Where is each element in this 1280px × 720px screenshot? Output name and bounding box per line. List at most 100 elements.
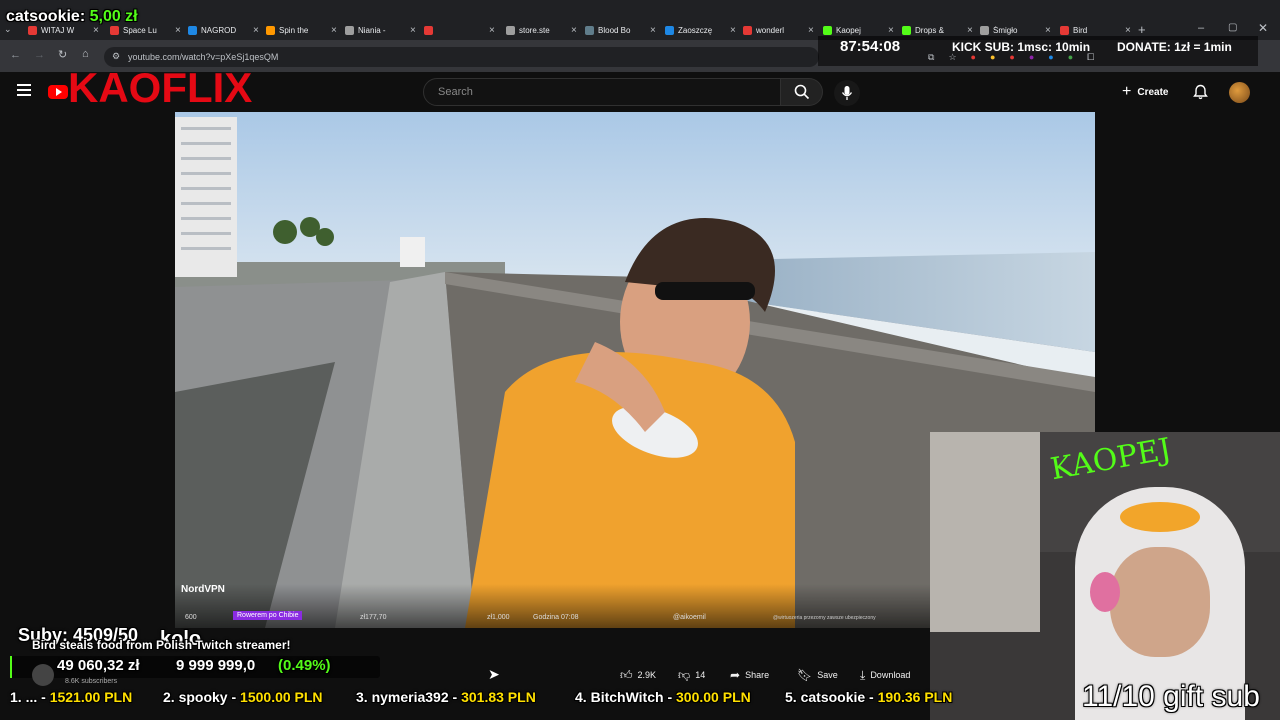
tab-close-icon[interactable]: × bbox=[730, 25, 736, 36]
leaderboard-separator: - bbox=[865, 689, 878, 705]
browser-tab-strip: ⌄ WITAJ W × Space Lu × NAGROD × Spin the × Niani… bbox=[0, 0, 1280, 40]
tab-close-icon[interactable]: × bbox=[650, 25, 656, 36]
tab-close-icon[interactable]: × bbox=[571, 25, 577, 36]
maximize-icon[interactable]: ▢ bbox=[1228, 22, 1237, 33]
tab-label: Blood Bo bbox=[598, 25, 631, 35]
channel-avatar[interactable] bbox=[32, 664, 54, 686]
notifications-button[interactable] bbox=[1193, 84, 1208, 105]
new-tab-button[interactable]: + bbox=[1138, 22, 1146, 37]
stream-tag: Rowerem po Chibie bbox=[233, 611, 303, 620]
tab-label: Space Lu bbox=[123, 25, 157, 35]
puzzle-icon[interactable]: ⧠ bbox=[1087, 52, 1094, 64]
leaderboard-rank: 5. bbox=[785, 689, 797, 705]
extension-icon[interactable]: ● bbox=[1048, 52, 1053, 64]
tab-6[interactable]: × bbox=[424, 20, 495, 40]
tab-favicon-icon bbox=[585, 25, 594, 35]
viewer-count: 600 bbox=[185, 614, 197, 621]
tab-close-icon[interactable]: × bbox=[888, 25, 894, 36]
subscriber-count: 8.6K subscribers bbox=[65, 678, 118, 685]
share-icon: ➦ bbox=[730, 668, 741, 682]
tab-label: Śmigło bbox=[993, 25, 1018, 35]
tab-label: Zaoszczę bbox=[678, 25, 713, 35]
extension-icon[interactable]: ● bbox=[1068, 52, 1073, 64]
tab-8[interactable]: Blood Bo × bbox=[585, 20, 656, 40]
url-text: youtube.com/watch?v=pXeSj1qesQM bbox=[128, 52, 279, 62]
tab-3[interactable]: NAGROD × bbox=[188, 20, 259, 40]
search-input[interactable]: Search bbox=[423, 78, 781, 106]
nordvpn-logo: NordVPN bbox=[181, 584, 225, 595]
search-button[interactable] bbox=[781, 78, 823, 106]
tab-close-icon[interactable]: × bbox=[410, 25, 416, 36]
leaderboard-rank: 3. bbox=[356, 689, 368, 705]
tab-label: WITAJ W bbox=[41, 25, 75, 35]
share-button[interactable]: ➦ Share bbox=[730, 664, 769, 686]
save-button[interactable]: 🔖︎ Save bbox=[797, 664, 838, 686]
tab-label: NAGROD bbox=[201, 25, 237, 35]
tab-label: Spin the bbox=[279, 25, 309, 35]
extension-icon[interactable]: ● bbox=[1029, 52, 1034, 64]
tab-favicon-icon bbox=[1060, 25, 1069, 35]
minimize-icon[interactable]: – bbox=[1198, 22, 1204, 34]
extension-icons: ⧉ ☆ ● ● ● ● ● ● ⧠ bbox=[928, 52, 1248, 64]
dislike-button[interactable]: 👎︎ 14 bbox=[678, 664, 705, 686]
tab-close-icon[interactable]: × bbox=[93, 25, 99, 36]
tab-7[interactable]: store.ste × bbox=[506, 20, 577, 40]
tab-favicon-icon bbox=[665, 25, 674, 35]
donation-leaderboard: 1. ... - 1521.00 PLN 2. spooky - 1500.00 … bbox=[0, 688, 980, 710]
extension-icon[interactable]: ● bbox=[1009, 52, 1014, 64]
tab-close-icon[interactable]: × bbox=[808, 25, 814, 36]
tab-favicon-icon bbox=[743, 25, 752, 35]
like-button[interactable]: 👍︎ 2.9K bbox=[620, 664, 656, 686]
search-placeholder: Search bbox=[438, 86, 473, 98]
costume-beak bbox=[1120, 502, 1200, 532]
tab-favicon-icon bbox=[28, 25, 37, 35]
download-button[interactable]: ⤓ Download bbox=[860, 664, 910, 686]
leaderboard-name: spooky bbox=[178, 689, 228, 705]
stream-value-1: zł177,70 bbox=[360, 614, 387, 621]
create-button[interactable]: + Create bbox=[1122, 80, 1168, 104]
close-window-icon[interactable]: ✕ bbox=[1258, 21, 1268, 35]
tab-close-icon[interactable]: × bbox=[253, 25, 259, 36]
tab-9[interactable]: Zaoszczę × bbox=[665, 20, 736, 40]
menu-icon[interactable] bbox=[17, 84, 31, 96]
youtube-logo-icon[interactable] bbox=[48, 85, 68, 99]
leaderboard-separator: - bbox=[227, 689, 241, 705]
cast-icon[interactable]: ⧉ bbox=[928, 52, 934, 64]
tab-close-icon[interactable]: × bbox=[1045, 25, 1051, 36]
leaderboard-rank: 1. bbox=[10, 689, 22, 705]
tab-favicon-icon bbox=[823, 25, 832, 35]
microphone-icon bbox=[841, 86, 853, 100]
leaderboard-name: nymeria392 bbox=[371, 689, 449, 705]
goal-percent: (0.49%) bbox=[278, 657, 331, 674]
tab-favicon-icon bbox=[980, 25, 989, 35]
extension-icon[interactable]: ● bbox=[971, 52, 976, 64]
bell-icon bbox=[1193, 84, 1208, 100]
video-title: Bird steals food from Polish Twitch stre… bbox=[32, 638, 291, 652]
extension-icon[interactable]: ● bbox=[990, 52, 995, 64]
site-info-icon[interactable]: ⚙ bbox=[112, 51, 120, 62]
tab-close-icon[interactable]: × bbox=[489, 25, 495, 36]
download-icon: ⤓ bbox=[860, 667, 866, 682]
forward-arrow-icon[interactable]: → bbox=[34, 49, 45, 61]
donation-alert: catsookie: 5,00 zł bbox=[6, 8, 138, 26]
tab-close-icon[interactable]: × bbox=[967, 25, 973, 36]
leaderboard-amount: 1500.00 PLN bbox=[240, 689, 323, 705]
reload-icon[interactable]: ↻ bbox=[58, 48, 67, 61]
leaderboard-entry: 2. spooky - 1500.00 PLN bbox=[163, 689, 323, 705]
bookmark-icon: 🔖︎ bbox=[797, 668, 813, 682]
leaderboard-name: BitchWitch bbox=[590, 689, 664, 705]
back-arrow-icon[interactable]: ← bbox=[10, 49, 21, 61]
leaderboard-amount: 301.83 PLN bbox=[461, 689, 536, 705]
tab-4[interactable]: Spin the × bbox=[266, 20, 337, 40]
tab-label: Niania - bbox=[358, 25, 386, 35]
star-icon[interactable]: ☆ bbox=[948, 52, 956, 64]
tab-close-icon[interactable]: × bbox=[331, 25, 337, 36]
tab-close-icon[interactable]: × bbox=[175, 25, 181, 36]
tab-10[interactable]: wonderl × bbox=[743, 20, 814, 40]
voice-search-button[interactable] bbox=[834, 80, 860, 106]
avatar[interactable] bbox=[1229, 82, 1250, 103]
download-label: Download bbox=[870, 670, 911, 680]
tab-close-icon[interactable]: × bbox=[1125, 25, 1131, 36]
home-icon[interactable]: ⌂ bbox=[82, 48, 89, 60]
tab-5[interactable]: Niania - × bbox=[345, 20, 416, 40]
